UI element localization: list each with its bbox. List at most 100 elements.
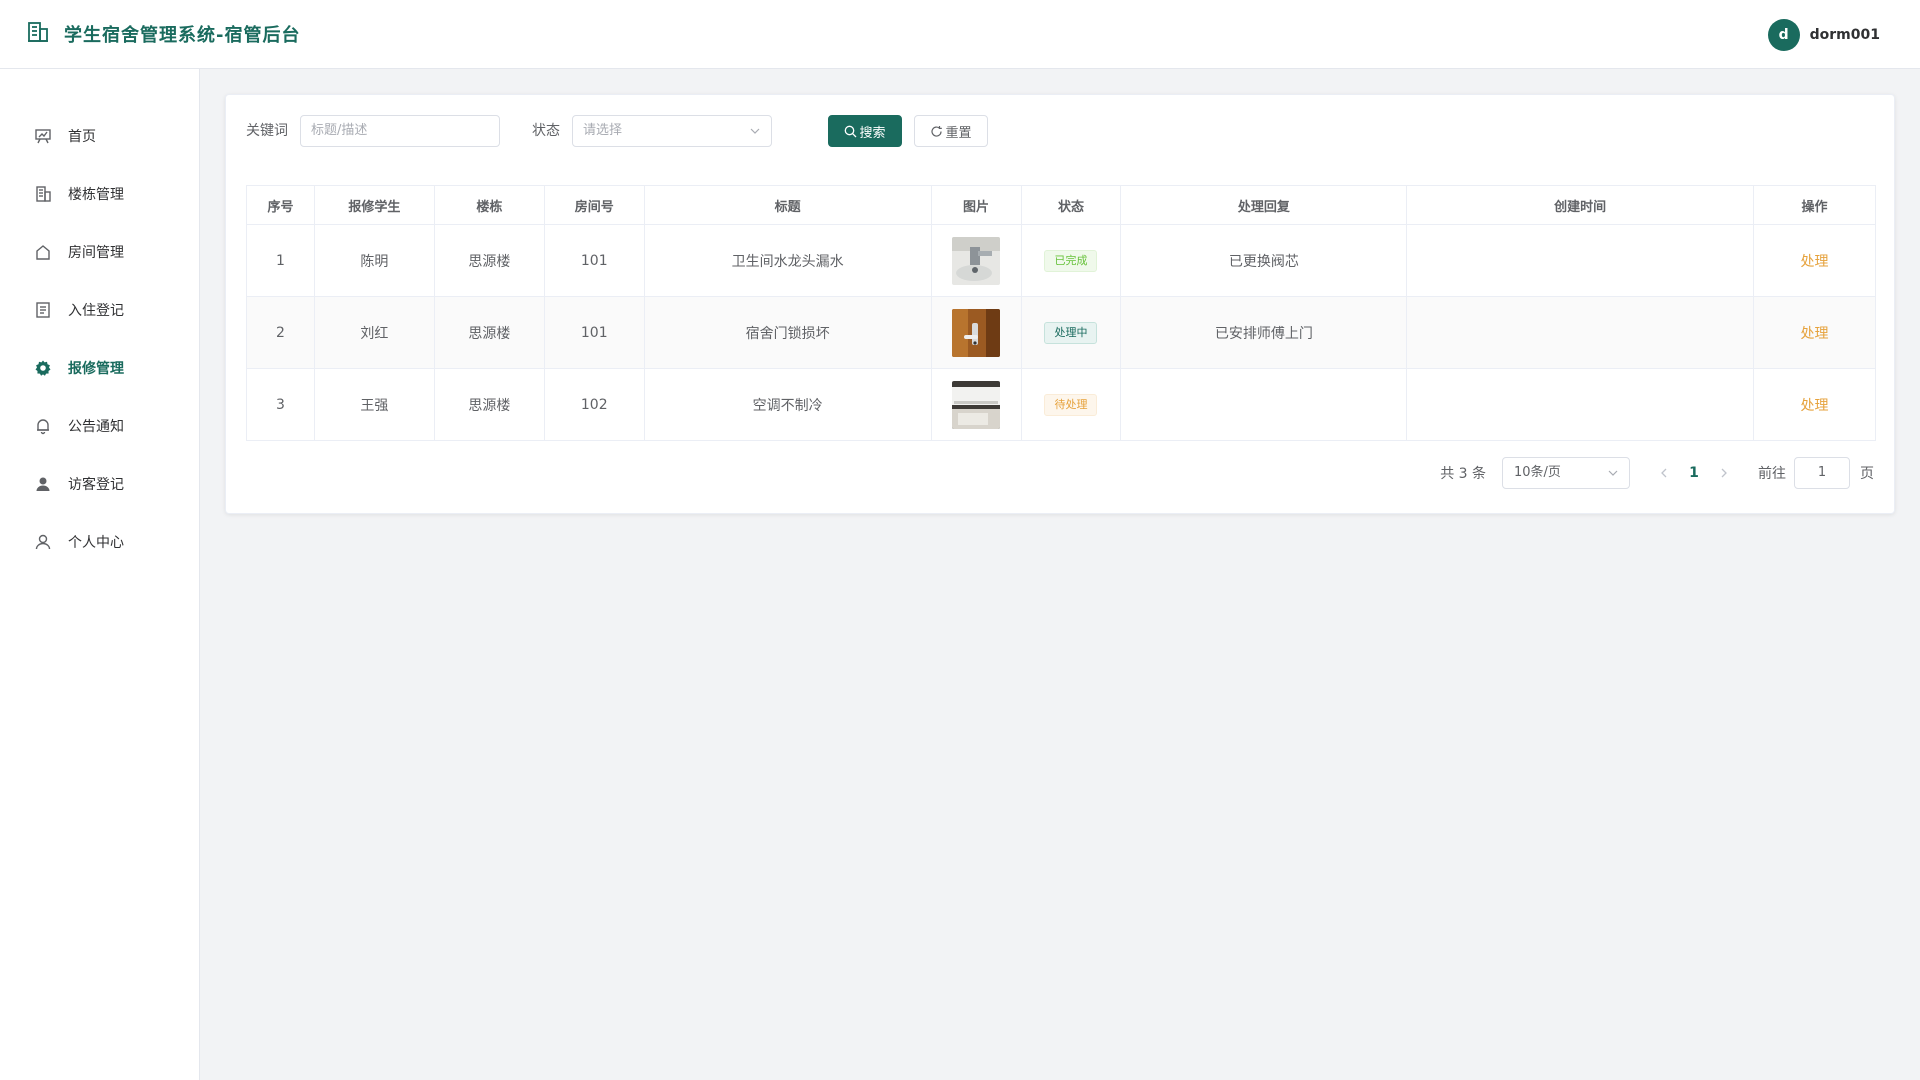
document-icon <box>34 301 52 319</box>
cell-student: 王强 <box>313 368 435 441</box>
air-conditioner-photo-thumbnail[interactable] <box>952 380 1001 429</box>
column-header: 创建时间 <box>1406 185 1754 225</box>
column-header: 序号 <box>246 185 315 225</box>
next-page-button[interactable] <box>1710 457 1738 489</box>
cell-reply <box>1120 368 1408 441</box>
cell-reply: 已安排师傅上门 <box>1120 296 1408 369</box>
search-button-label: 搜索 <box>859 125 886 141</box>
keyword-input[interactable]: 标题/描述 <box>300 115 500 147</box>
cell-building: 思源楼 <box>433 296 545 369</box>
cell-student: 陈明 <box>313 224 435 297</box>
cell-status: 处理中 <box>1020 296 1122 369</box>
pagination-total: 共 3 条 <box>1440 466 1486 482</box>
page-size-select[interactable]: 10条/页 <box>1502 457 1630 489</box>
page-number[interactable]: 1 <box>1678 457 1710 489</box>
goto-page-input[interactable]: 1 <box>1794 457 1850 489</box>
avatar[interactable]: d <box>1767 19 1800 51</box>
sidebar-item-visitors[interactable]: 访客登记 <box>0 464 199 504</box>
handle-link[interactable]: 处理 <box>1800 254 1828 270</box>
sidebar-item-repairs[interactable]: 报修管理 <box>0 348 199 388</box>
sidebar-item-label: 报修管理 <box>68 361 124 377</box>
chevron-down-icon <box>1608 470 1618 476</box>
top-header: 学生宿舍管理系统-宿管后台 d dorm001 <box>0 0 1920 69</box>
sidebar-item-profile[interactable]: 个人中心 <box>0 522 199 562</box>
cell-index: 1 <box>246 224 315 297</box>
cell-title: 宿舍门锁损坏 <box>643 296 932 369</box>
repair-list-card: 关键词 标题/描述 状态 请选择 搜索 重置 序号 报修学生 楼栋 房间号 标题 <box>225 94 1895 514</box>
cell-room: 101 <box>543 224 645 297</box>
column-header: 状态 <box>1020 185 1122 225</box>
table-row: 3 王强 思源楼 102 空调不制冷 待处理 处理 <box>246 368 1877 441</box>
cell-building: 思源楼 <box>433 224 545 297</box>
bell-icon <box>34 417 52 435</box>
cell-action: 处理 <box>1752 296 1877 369</box>
prev-page-button[interactable] <box>1650 457 1678 489</box>
handle-link[interactable]: 处理 <box>1800 326 1828 342</box>
sidebar-item-label: 房间管理 <box>68 245 124 261</box>
sidebar-item-label: 首页 <box>68 129 96 145</box>
handle-link[interactable]: 处理 <box>1800 398 1828 414</box>
column-header: 操作 <box>1752 185 1877 225</box>
sidebar-item-home[interactable]: 首页 <box>0 116 199 156</box>
sidebar: 首页 楼栋管理 房间管理 入住登记 报修管理 公告通知 访客登记 个人中心 <box>0 69 200 1080</box>
sidebar-item-label: 访客登记 <box>68 477 124 493</box>
cell-created <box>1406 224 1754 297</box>
gear-icon <box>34 359 52 377</box>
cell-created <box>1406 296 1754 369</box>
faucet-photo-thumbnail[interactable] <box>952 236 1001 285</box>
reset-button[interactable]: 重置 <box>914 115 988 147</box>
cell-image <box>930 224 1022 297</box>
username[interactable]: dorm001 <box>1810 27 1880 43</box>
page-unit-label: 页 <box>1860 466 1874 482</box>
door-lock-photo-thumbnail[interactable] <box>952 308 1001 357</box>
building-logo-icon <box>26 20 50 48</box>
status-badge: 待处理 <box>1044 393 1098 416</box>
table-row: 1 陈明 思源楼 101 卫生间水龙头漏水 已完成 已更换阀芯 处理 <box>246 224 1877 297</box>
page-size-value: 10条/页 <box>1514 465 1561 480</box>
cell-image <box>930 296 1022 369</box>
status-badge: 处理中 <box>1044 321 1098 344</box>
column-header: 标题 <box>643 185 932 225</box>
cell-room: 102 <box>543 368 645 441</box>
cell-room: 101 <box>543 296 645 369</box>
user-menu[interactable]: d dorm001 <box>1767 19 1880 51</box>
chevron-right-icon <box>1721 468 1727 478</box>
cell-action: 处理 <box>1752 224 1877 297</box>
chevron-left-icon <box>1661 468 1667 478</box>
column-header: 处理回复 <box>1120 185 1408 225</box>
user-filled-icon <box>34 475 52 493</box>
chevron-down-icon <box>750 128 760 134</box>
cell-student: 刘红 <box>313 296 435 369</box>
cell-reply: 已更换阀芯 <box>1120 224 1408 297</box>
reset-button-label: 重置 <box>945 125 972 141</box>
search-button[interactable]: 搜索 <box>828 115 902 147</box>
sidebar-item-rooms[interactable]: 房间管理 <box>0 232 199 272</box>
cell-status: 已完成 <box>1020 224 1122 297</box>
column-header: 楼栋 <box>433 185 545 225</box>
refresh-icon <box>931 125 943 137</box>
status-select[interactable]: 请选择 <box>572 115 772 147</box>
building-icon <box>34 185 52 203</box>
cell-action: 处理 <box>1752 368 1877 441</box>
sidebar-item-buildings[interactable]: 楼栋管理 <box>0 174 199 214</box>
status-badge: 已完成 <box>1044 249 1098 272</box>
search-icon <box>845 125 857 137</box>
sidebar-item-label: 公告通知 <box>68 419 124 435</box>
brand: 学生宿舍管理系统-宿管后台 <box>26 20 300 48</box>
cell-building: 思源楼 <box>433 368 545 441</box>
cell-index: 3 <box>246 368 315 441</box>
column-header: 图片 <box>930 185 1022 225</box>
keyword-label: 关键词 <box>246 123 288 139</box>
table-row: 2 刘红 思源楼 101 宿舍门锁损坏 处理中 已安排师傅上门 处理 <box>246 296 1877 369</box>
goto-label: 前往 <box>1758 466 1786 482</box>
app-title: 学生宿舍管理系统-宿管后台 <box>64 25 301 46</box>
repair-table: 序号 报修学生 楼栋 房间号 标题 图片 状态 处理回复 创建时间 操作 1 陈… <box>246 185 1877 441</box>
sidebar-item-label: 入住登记 <box>68 303 124 319</box>
pagination: 共 3 条 10条/页 1 前往 1 页 <box>1440 457 1874 489</box>
sidebar-item-checkin[interactable]: 入住登记 <box>0 290 199 330</box>
cell-status: 待处理 <box>1020 368 1122 441</box>
sidebar-item-notices[interactable]: 公告通知 <box>0 406 199 446</box>
column-header: 房间号 <box>543 185 645 225</box>
sidebar-item-label: 个人中心 <box>68 535 124 551</box>
cell-title: 空调不制冷 <box>643 368 932 441</box>
